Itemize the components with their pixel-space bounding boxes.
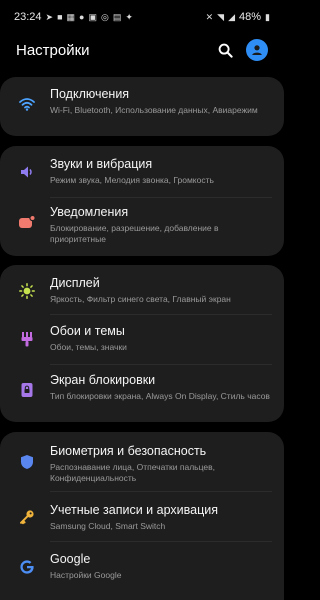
settings-item-connections[interactable]: Подключения Wi-Fi, Bluetooth, Использова… — [0, 87, 284, 116]
item-label: Уведомления — [50, 205, 129, 219]
item-label: Экран блокировки — [50, 373, 156, 387]
divider — [50, 197, 272, 198]
instagram-icon: ◎ — [100, 11, 109, 22]
item-description: Тип блокировки экрана, Always On Display… — [50, 391, 270, 401]
settings-group-security: Биометрия и безопасность Распознавание л… — [0, 432, 284, 600]
app-bar-actions — [216, 39, 268, 61]
battery-icon: ▮ — [265, 11, 270, 22]
settings-item-wallpapers-themes[interactable]: Обои и темы Обои, темы, значки — [0, 324, 284, 353]
settings-item-sounds[interactable]: Звуки и вибрация Режим звука, Мелодия зв… — [0, 157, 284, 186]
settings-item-display[interactable]: Дисплей Яркость, Фильтр синего света, Гл… — [0, 276, 284, 305]
settings-group-sound-notifications: Звуки и вибрация Режим звука, Мелодия зв… — [0, 146, 284, 256]
sim-icon: ▦ — [66, 11, 76, 22]
item-description: Распознавание лица, Отпечатки пальцев, К… — [50, 462, 215, 483]
divider — [50, 364, 272, 365]
settings-group-display: Дисплей Яркость, Фильтр синего света, Гл… — [0, 265, 284, 422]
alarm-icon: ● — [79, 11, 85, 22]
google-icon — [18, 558, 36, 576]
twitter-icon: ✦ — [125, 11, 133, 22]
item-description: Wi-Fi, Bluetooth, Использование данных, … — [50, 105, 258, 115]
calendar-icon: ▣ — [88, 11, 97, 22]
key-icon — [18, 508, 36, 526]
speaker-icon — [18, 163, 36, 181]
wifi-status-icon: ◥ — [217, 11, 225, 22]
facebook-icon: ■ — [57, 11, 63, 22]
search-icon — [218, 43, 233, 58]
status-bar-left: 23:24 ➤ ■ ▦ ● ▣ ◎ ▤ ✦ — [14, 11, 133, 23]
settings-item-accounts-backup[interactable]: Учетные записи и архивация Samsung Cloud… — [0, 503, 284, 532]
notification-icon — [18, 213, 36, 231]
item-label: Дисплей — [50, 276, 100, 290]
item-description: Блокирование, разрешение, добавление в п… — [50, 223, 219, 244]
item-label: Обои и темы — [50, 324, 125, 338]
settings-item-notifications[interactable]: Уведомления Блокирование, разрешение, до… — [0, 205, 284, 245]
profile-icon — [252, 45, 262, 55]
settings-item-lock-screen[interactable]: Экран блокировки Тип блокировки экрана, … — [0, 373, 284, 402]
item-label: Биометрия и безопасность — [50, 444, 207, 458]
item-description: Режим звука, Мелодия звонка, Громкость — [50, 175, 214, 185]
brush-icon — [18, 330, 36, 348]
status-bar: 23:24 ➤ ■ ▦ ● ▣ ◎ ▤ ✦ ✕ ◥ ◢ 48% ▮ — [0, 0, 284, 34]
settings-item-biometrics[interactable]: Биометрия и безопасность Распознавание л… — [0, 444, 284, 484]
status-bar-right: ✕ ◥ ◢ 48% ▮ — [206, 11, 270, 23]
settings-item-google[interactable]: Google Настройки Google — [0, 552, 284, 581]
item-description: Samsung Cloud, Smart Switch — [50, 521, 166, 531]
signal-icon: ◢ — [228, 11, 236, 22]
status-time: 23:24 — [14, 11, 42, 23]
item-description: Обои, темы, значки — [50, 342, 127, 352]
item-label: Учетные записи и архивация — [50, 503, 218, 517]
wifi-icon — [18, 95, 36, 113]
sun-icon — [18, 282, 36, 300]
divider — [50, 541, 272, 542]
telegram-icon: ➤ — [45, 11, 54, 22]
divider — [50, 491, 272, 492]
gallery-icon: ▤ — [112, 11, 122, 22]
shield-icon — [18, 453, 36, 471]
battery-level: 48% — [239, 11, 262, 23]
item-label: Подключения — [50, 87, 130, 101]
account-button[interactable] — [246, 39, 268, 61]
app-bar: Настройки — [0, 34, 284, 66]
item-label: Google — [50, 552, 91, 566]
settings-group-connections: Подключения Wi-Fi, Bluetooth, Использова… — [0, 77, 284, 136]
search-button[interactable] — [216, 41, 234, 59]
lock-icon — [18, 381, 36, 399]
item-description: Яркость, Фильтр синего света, Главный эк… — [50, 294, 231, 304]
mute-icon: ✕ — [205, 11, 214, 22]
item-description: Настройки Google — [50, 570, 122, 580]
page-title: Настройки — [16, 41, 90, 59]
item-label: Звуки и вибрация — [50, 157, 153, 171]
divider — [50, 314, 272, 315]
